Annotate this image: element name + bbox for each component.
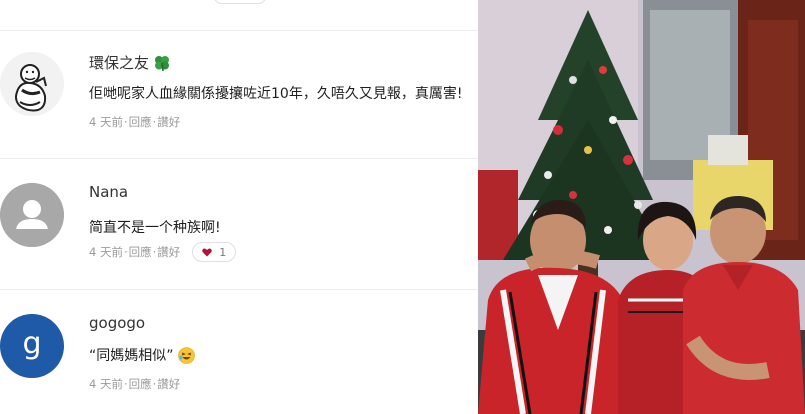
commenter-name[interactable]: gogogo (89, 314, 145, 332)
avatar-letter: g (22, 326, 42, 361)
commenter-name-text[interactable]: 環保之友 (89, 52, 149, 73)
heart-icon (202, 247, 213, 256)
like-count-pill[interactable]: 1 (192, 242, 237, 262)
comment-time: 4 天前 (89, 115, 123, 129)
comment-meta: 4 天前 · 回應 · 讚好 (89, 376, 180, 392)
commenter-name[interactable]: Nana (89, 183, 128, 201)
avatar[interactable] (0, 52, 64, 116)
meta-separator: · (152, 377, 157, 391)
commenter-name-text[interactable]: gogogo (89, 314, 145, 332)
reply-button[interactable]: 回應 (129, 376, 152, 392)
sketch-avatar-icon (0, 52, 64, 116)
comment-time: 4 天前 (89, 245, 123, 259)
comment-time: 4 天前 (89, 377, 123, 391)
comment-item: Nana 简直不是一个种族啊! 4 天前 · 回應 · 讚好 1 (0, 183, 478, 303)
comment-text: 佢哋呢家人血緣關係擾攘咗近10年，久唔久又見報，真厲害! (89, 86, 463, 102)
meta-separator: · (152, 115, 157, 129)
avatar[interactable]: g (0, 314, 64, 378)
comment-meta: 4 天前 · 回應 · 讚好 (89, 114, 180, 130)
like-button[interactable]: 讚好 (157, 376, 180, 392)
meta-separator: · (123, 115, 128, 129)
laughing-emoji-icon (177, 346, 195, 364)
family-photo (478, 0, 805, 414)
comment-text-content: “同媽媽相似” (89, 348, 174, 364)
reply-button[interactable]: 回應 (129, 244, 152, 260)
meta-separator: · (152, 245, 157, 259)
comment-meta: 4 天前 · 回應 · 讚好 1 (89, 242, 237, 262)
clover-icon (155, 55, 170, 71)
divider (0, 158, 478, 159)
divider (0, 30, 478, 31)
comment-text: 简直不是一个种族啊! (89, 220, 221, 236)
avatar[interactable] (0, 183, 64, 247)
comment-text: “同媽媽相似” (89, 345, 195, 365)
like-count: 1 (219, 245, 227, 259)
comment-item: 環保之友 佢哋呢家人血緣關係擾攘咗近10年，久唔久又見報，真厲害! 4 天前 ·… (0, 52, 478, 172)
meta-separator: · (123, 377, 128, 391)
christmas-family-photo-illustration (478, 0, 805, 414)
divider (0, 289, 478, 290)
like-button[interactable]: 讚好 (157, 244, 180, 260)
commenter-name[interactable]: 環保之友 (89, 52, 171, 73)
reply-button[interactable]: 回應 (129, 114, 152, 130)
like-button[interactable]: 讚好 (157, 114, 180, 130)
user-silhouette-icon (0, 183, 64, 247)
reaction-pill-partial[interactable] (213, 0, 267, 4)
commenter-name-text[interactable]: Nana (89, 183, 128, 201)
comment-item: g gogogo “同媽媽相似” 4 天前 · 回應 · 讚好 (0, 314, 478, 414)
comment-list: 環保之友 佢哋呢家人血緣關係擾攘咗近10年，久唔久又見報，真厲害! 4 天前 ·… (0, 0, 478, 414)
meta-separator: · (123, 245, 128, 259)
